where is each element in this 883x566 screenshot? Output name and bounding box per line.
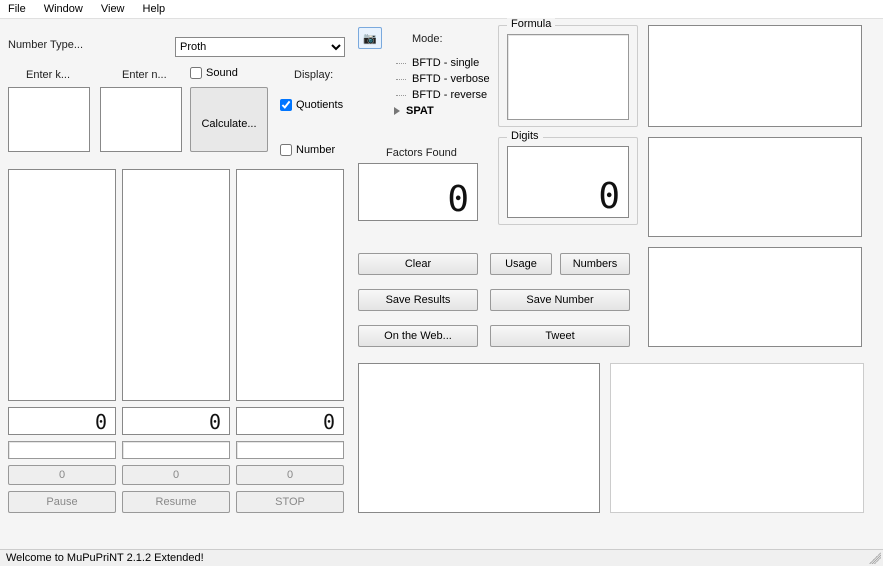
right-panel-2[interactable] <box>648 137 862 237</box>
save-results-button[interactable]: Save Results <box>358 289 478 311</box>
enter-k-input[interactable] <box>8 87 90 152</box>
counter-1: 0 <box>8 465 116 485</box>
mode-item-verbose[interactable]: BFTD - verbose <box>380 71 510 87</box>
right-panel-1[interactable] <box>648 25 862 127</box>
on-the-web-button[interactable]: On the Web... <box>358 325 478 347</box>
digits-display: 0 <box>507 146 629 218</box>
usage-button[interactable]: Usage <box>490 253 552 275</box>
digit-box-3: 0 <box>236 407 344 435</box>
mode-tree: BFTD - single BFTD - verbose BFTD - reve… <box>380 47 510 119</box>
list-col-1[interactable] <box>8 169 116 401</box>
camera-button[interactable]: 📷 <box>358 27 382 49</box>
tree-arrow-icon <box>394 107 400 115</box>
digit-box-1: 0 <box>8 407 116 435</box>
digit-box-2: 0 <box>122 407 230 435</box>
progress-2 <box>122 441 230 459</box>
digits-group: Digits 0 <box>498 137 638 225</box>
formula-box[interactable] <box>507 34 629 120</box>
tree-dash-icon <box>396 79 406 80</box>
status-text: Welcome to MuPuPriNT 2.1.2 Extended! <box>6 552 204 564</box>
quotients-checkbox[interactable]: Quotients <box>280 99 343 111</box>
tree-dash-icon <box>396 95 406 96</box>
formula-legend: Formula <box>507 18 555 30</box>
output-panel-lower-left[interactable] <box>358 363 600 513</box>
resume-button[interactable]: Resume <box>122 491 230 513</box>
clear-button[interactable]: Clear <box>358 253 478 275</box>
factors-title: Factors Found <box>386 147 457 159</box>
formula-group: Formula <box>498 25 638 127</box>
progress-3 <box>236 441 344 459</box>
menu-help[interactable]: Help <box>143 3 166 15</box>
enter-n-label: Enter n... <box>122 69 167 81</box>
display-title: Display: <box>294 69 333 81</box>
menu-view[interactable]: View <box>101 3 125 15</box>
right-panel-3[interactable] <box>648 247 862 347</box>
number-label: Number <box>296 144 335 156</box>
number-type-label: Number Type... <box>8 39 83 51</box>
digits-legend: Digits <box>507 130 543 142</box>
enter-k-label: Enter k... <box>26 69 70 81</box>
sound-checkbox[interactable]: Sound <box>190 67 238 79</box>
progress-1 <box>8 441 116 459</box>
menu-window[interactable]: Window <box>44 3 83 15</box>
mode-item-spat[interactable]: SPAT <box>380 103 510 119</box>
menubar: File Window View Help <box>0 0 883 19</box>
mode-item-single[interactable]: BFTD - single <box>380 55 510 71</box>
menu-file[interactable]: File <box>8 3 26 15</box>
right-panel-lower[interactable] <box>610 363 864 513</box>
number-type-select[interactable]: Proth <box>175 37 345 57</box>
factors-display: 0 <box>358 163 478 221</box>
save-number-button[interactable]: Save Number <box>490 289 630 311</box>
enter-n-input[interactable] <box>100 87 182 152</box>
counter-2: 0 <box>122 465 230 485</box>
number-checkbox[interactable]: Number <box>280 144 335 156</box>
numbers-button[interactable]: Numbers <box>560 253 630 275</box>
camera-icon: 📷 <box>363 32 377 45</box>
resize-grip-icon[interactable] <box>869 552 881 564</box>
stop-button[interactable]: STOP <box>236 491 344 513</box>
pause-button[interactable]: Pause <box>8 491 116 513</box>
tree-dash-icon <box>396 63 406 64</box>
status-bar: Welcome to MuPuPriNT 2.1.2 Extended! <box>0 549 883 566</box>
mode-title: Mode: <box>412 33 443 45</box>
mode-item-reverse[interactable]: BFTD - reverse <box>380 87 510 103</box>
sound-label: Sound <box>206 67 238 79</box>
counter-3: 0 <box>236 465 344 485</box>
quotients-label: Quotients <box>296 99 343 111</box>
list-col-3[interactable] <box>236 169 344 401</box>
tweet-button[interactable]: Tweet <box>490 325 630 347</box>
calculate-button[interactable]: Calculate... <box>190 87 268 152</box>
list-col-2[interactable] <box>122 169 230 401</box>
